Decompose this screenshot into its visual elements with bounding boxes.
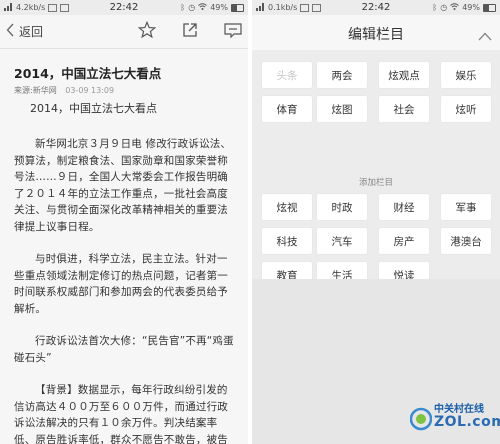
- network-speed: 4.2kb/s: [16, 3, 46, 12]
- add-column-tag[interactable]: 炫视: [262, 194, 312, 220]
- battery-percent: 49%: [210, 3, 228, 12]
- status-bar: 0.1kb/s 22:42 ᛒ ◷ 49%: [252, 0, 500, 15]
- signal-icon: [256, 2, 265, 13]
- article-body: 2014，中国立法七大看点 来源:新华网 03-09 13:09 2014，中国…: [0, 49, 248, 444]
- article-subtitle: 2014，中国立法七大看点: [30, 102, 157, 115]
- alarm-icon: ◷: [440, 3, 448, 12]
- article-paragraph: 行政诉讼法首次大修：“民告官”不再“鸡蛋碰石头”: [14, 335, 234, 364]
- notification-icon: [48, 3, 58, 12]
- column-tag[interactable]: 炫图: [317, 96, 367, 122]
- add-column-tag[interactable]: 时政: [317, 194, 367, 220]
- edit-header: 编辑栏目: [252, 15, 500, 50]
- zol-watermark: 中关村在线 ZOL.com.cn: [410, 400, 500, 440]
- column-tag: 头条: [262, 62, 312, 88]
- article-datetime: 03-09 13:09: [65, 86, 115, 95]
- edit-columns-screen: 0.1kb/s 22:42 ᛒ ◷ 49% 编辑栏目 头条 两会 炫观点 娱乐体育 炫图…: [252, 0, 500, 444]
- share-icon[interactable]: [182, 22, 198, 42]
- chevron-up-icon[interactable]: [478, 26, 492, 45]
- column-tag[interactable]: 两会: [317, 62, 367, 88]
- network-speed: 0.1kb/s: [268, 3, 298, 12]
- wifi-icon: [198, 3, 208, 12]
- battery-icon: [483, 3, 496, 12]
- wifi-icon: [450, 3, 460, 12]
- back-label: 返回: [19, 25, 44, 39]
- watermark-line2: ZOL.com.cn: [434, 414, 500, 430]
- edit-title: 编辑栏目: [348, 27, 404, 43]
- alarm-icon: ◷: [188, 3, 196, 12]
- add-column-tag[interactable]: 房产: [379, 228, 429, 254]
- battery-percent: 49%: [462, 3, 480, 12]
- watermark-line1: 中关村在线: [434, 404, 484, 415]
- notification-icon: [60, 3, 70, 12]
- comment-icon[interactable]: [224, 22, 242, 42]
- status-bar: 4.2kb/s 22:42 ᛒ ◷ 49%: [0, 0, 248, 15]
- notification-icon: [300, 3, 310, 12]
- article-paragraph: 【背景】数据显示，每年行政纠纷引发的信访高达４００万至６００万件，而通过行政诉讼…: [14, 384, 228, 444]
- column-tag[interactable]: 炫听: [441, 96, 491, 122]
- add-columns-label: 添加栏目: [358, 178, 393, 188]
- star-icon[interactable]: [137, 20, 157, 43]
- article-paragraph: 与时俱进，科学立法，民主立法。针对一些重点领域法制定修订的热点问题，记者第一时间…: [14, 253, 228, 315]
- column-tag[interactable]: 体育: [262, 96, 312, 122]
- add-column-tag[interactable]: 科技: [262, 228, 312, 254]
- signal-icon: [4, 2, 13, 13]
- article-title: 2014，中国立法七大看点: [14, 66, 162, 81]
- article-screen: 4.2kb/s 22:42 ᛒ ◷ 49% 返回 2014，中国立法七大看点 来…: [0, 0, 248, 444]
- add-column-tag[interactable]: 军事: [441, 194, 491, 220]
- article-toolbar: 返回: [0, 15, 248, 49]
- chevron-left-icon: [6, 23, 15, 40]
- bluetooth-icon: ᛒ: [432, 3, 438, 12]
- add-column-tag[interactable]: 财经: [379, 194, 429, 220]
- add-column-tag[interactable]: 汽车: [317, 228, 367, 254]
- article-source: 来源:新华网: [14, 86, 57, 95]
- notification-icon: [312, 3, 322, 12]
- column-tag[interactable]: 炫观点: [379, 62, 429, 88]
- zol-logo-icon: [410, 407, 432, 431]
- column-tag[interactable]: 娱乐: [441, 62, 491, 88]
- column-tag[interactable]: 社会: [379, 96, 429, 122]
- article-meta: 来源:新华网 03-09 13:09: [14, 85, 236, 96]
- back-button[interactable]: 返回: [0, 23, 43, 40]
- column-grid: 头条 两会 炫观点 娱乐体育 炫图 社会 炫听 添加栏目 炫视 时政 财经 军事科技 汽车 房产 港澳台…: [252, 50, 500, 288]
- bluetooth-icon: ᛒ: [180, 3, 186, 12]
- article-paragraph: 新华网北京３月９日电 修改行政诉讼法、预算法，制定粮食法、国家勋章和国家荣誉称号…: [14, 138, 232, 233]
- battery-icon: [231, 3, 244, 12]
- add-column-tag[interactable]: 港澳台: [441, 228, 491, 254]
